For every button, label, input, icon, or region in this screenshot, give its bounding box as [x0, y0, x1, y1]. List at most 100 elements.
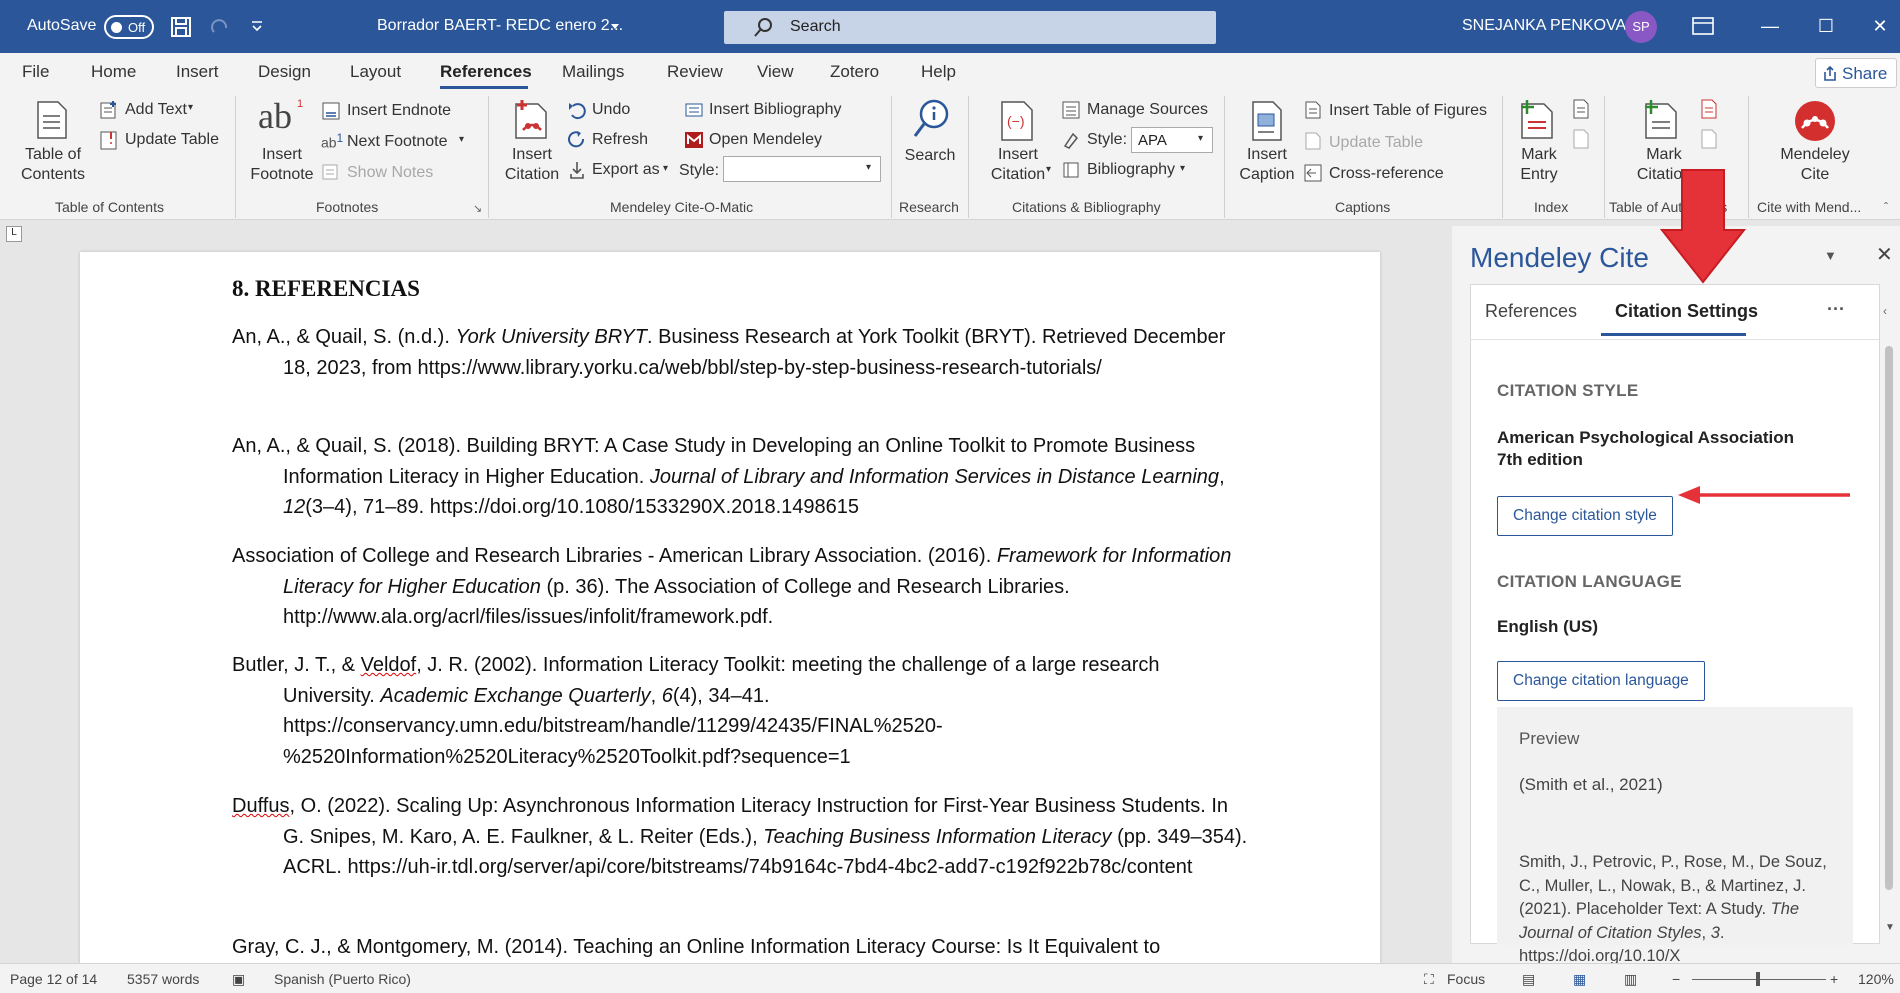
insert-footnote-icon: ab: [258, 96, 292, 136]
pane-scrollbar[interactable]: [1885, 346, 1893, 890]
redo-icon[interactable]: [208, 16, 230, 38]
update-table-figures-button[interactable]: Update Table: [1329, 134, 1423, 152]
tab-references[interactable]: References: [440, 62, 532, 82]
mendeley-cite-button[interactable]: Mendeley Cite: [1774, 145, 1856, 185]
reference-text-segment: Gray, C. J., & Montgomery, M. (2014). Te…: [232, 936, 1161, 958]
change-citation-language-button[interactable]: Change citation language: [1497, 661, 1705, 701]
group-separator: [1502, 96, 1503, 218]
word-count[interactable]: 5357 words: [127, 971, 199, 987]
reference-text-segment: ,: [650, 684, 662, 707]
tab-review[interactable]: Review: [667, 62, 723, 82]
title-dropdown-icon[interactable]: [610, 23, 620, 31]
mendeley-style-dropdown-icon[interactable]: ▾: [866, 162, 871, 173]
tab-file[interactable]: File: [22, 62, 49, 82]
search-box[interactable]: Search: [724, 11, 1216, 44]
insert-footnote-button[interactable]: Insert Footnote: [243, 145, 321, 185]
insert-citation-dropdown-icon[interactable]: ▾: [1046, 164, 1051, 175]
insert-table-of-figures-button[interactable]: Insert Table of Figures: [1329, 102, 1487, 120]
add-text-button[interactable]: Add Text: [125, 101, 187, 119]
web-layout-icon[interactable]: ▥: [1624, 971, 1637, 988]
reference-entry: Butler, J. T., & Veldof, J. R. (2002). I…: [232, 650, 1252, 772]
open-mendeley-button[interactable]: Open Mendeley: [709, 131, 822, 149]
reference-entry: An, A., & Quail, S. (n.d.). York Univers…: [232, 322, 1252, 383]
tab-zotero[interactable]: Zotero: [830, 62, 879, 82]
collapse-ribbon-icon[interactable]: ˆ: [1884, 200, 1888, 214]
table-of-contents-button[interactable]: Table of Contents: [18, 145, 88, 185]
pane-collapse-icon[interactable]: ‹: [1883, 304, 1887, 318]
update-table-of-authorities-icon: [1701, 129, 1717, 149]
citation-style-dropdown-icon[interactable]: ▾: [1198, 133, 1203, 144]
pane-title: Mendeley Cite: [1470, 242, 1649, 273]
reference-text-segment: Association of College and Research Libr…: [232, 545, 997, 567]
proofing-icon[interactable]: ▣: [232, 971, 245, 988]
style-icon: [1063, 132, 1079, 149]
refresh-icon: [568, 131, 585, 148]
share-button[interactable]: Share: [1815, 58, 1897, 88]
close-icon[interactable]: ✕: [1866, 12, 1894, 40]
tab-help[interactable]: Help: [921, 62, 956, 82]
tab-view[interactable]: View: [757, 62, 794, 82]
page-count[interactable]: Page 12 of 14: [10, 971, 97, 987]
focus-mode[interactable]: Focus: [1447, 971, 1485, 987]
bibliography-button[interactable]: Bibliography: [1087, 161, 1175, 179]
export-as-button[interactable]: Export as: [592, 161, 660, 179]
research-search-button[interactable]: Search: [898, 146, 962, 166]
export-as-dropdown-icon[interactable]: ▾: [663, 163, 668, 174]
zoom-slider-thumb[interactable]: [1756, 972, 1760, 986]
next-footnote-button[interactable]: Next Footnote: [347, 133, 448, 151]
ribbon-display-options-icon[interactable]: [1692, 17, 1714, 35]
tab-citation-settings[interactable]: Citation Settings: [1615, 301, 1758, 322]
read-mode-icon[interactable]: ▤: [1522, 971, 1535, 988]
mark-entry-button[interactable]: Mark Entry: [1514, 145, 1564, 185]
tab-insert[interactable]: Insert: [176, 62, 219, 82]
undo-button[interactable]: Undo: [592, 101, 630, 119]
mendeley-style-select[interactable]: [723, 156, 881, 182]
zoom-out-icon[interactable]: −: [1672, 971, 1680, 987]
tab-design[interactable]: Design: [258, 62, 311, 82]
update-table-figures-icon: [1305, 132, 1321, 150]
insert-citation-icon: (−): [1001, 101, 1033, 141]
manage-sources-button[interactable]: Manage Sources: [1087, 101, 1208, 119]
citation-preview: Preview (Smith et al., 2021) Smith, J., …: [1497, 707, 1853, 965]
reference-text-segment: Duffus: [232, 795, 290, 817]
insert-endnote-button[interactable]: Insert Endnote: [347, 102, 451, 120]
citation-language-header: CITATION LANGUAGE: [1497, 572, 1682, 591]
tab-references-pane[interactable]: References: [1485, 301, 1577, 322]
autosave-toggle[interactable]: Off: [104, 15, 154, 39]
save-icon[interactable]: [170, 16, 192, 38]
refresh-button[interactable]: Refresh: [592, 131, 648, 149]
scroll-down-icon[interactable]: ▼: [1885, 922, 1895, 933]
focus-icon[interactable]: ⛶: [1424, 971, 1434, 988]
cross-reference-button[interactable]: Cross-reference: [1329, 165, 1444, 183]
bibliography-dropdown-icon[interactable]: ▾: [1180, 163, 1185, 174]
pane-close-icon[interactable]: ✕: [1876, 242, 1893, 267]
reference-text-segment: (3–4), 71–89. https://doi.org/10.1080/15…: [305, 496, 860, 519]
avatar[interactable]: SP: [1625, 11, 1657, 43]
zoom-level[interactable]: 120%: [1858, 971, 1894, 987]
maximize-icon[interactable]: ☐: [1812, 12, 1840, 40]
insert-endnote-icon: [322, 102, 340, 120]
minimize-icon[interactable]: —: [1756, 12, 1784, 40]
document-page[interactable]: 8. REFERENCIAS An, A., & Quail, S. (n.d.…: [80, 252, 1380, 964]
footnotes-dialog-launcher-icon[interactable]: ↘: [473, 202, 482, 215]
insert-caption-button[interactable]: Insert Caption: [1234, 145, 1300, 185]
pane-options-icon[interactable]: ▼: [1824, 248, 1837, 263]
insert-bibliography-button[interactable]: Insert Bibliography: [709, 101, 842, 119]
tab-home[interactable]: Home: [91, 62, 136, 82]
next-footnote-dropdown-icon[interactable]: ▾: [459, 134, 464, 145]
add-text-dropdown-icon[interactable]: ▾: [188, 102, 193, 113]
show-notes-button[interactable]: Show Notes: [347, 164, 433, 182]
customize-toolbar-icon[interactable]: [250, 19, 264, 33]
insert-citation-mendeley-button[interactable]: Insert Citation: [499, 145, 565, 185]
more-options-icon[interactable]: ···: [1827, 299, 1845, 320]
document-language[interactable]: Spanish (Puerto Rico): [274, 971, 411, 987]
zoom-in-icon[interactable]: +: [1830, 971, 1838, 987]
tab-selector-icon[interactable]: L: [6, 226, 22, 242]
tab-layout[interactable]: Layout: [350, 62, 401, 82]
document-title[interactable]: Borrador BAERT- REDC enero 2...: [377, 17, 623, 35]
print-layout-icon[interactable]: ▦: [1573, 971, 1586, 988]
tab-mailings[interactable]: Mailings: [562, 62, 624, 82]
change-citation-style-button[interactable]: Change citation style: [1497, 496, 1673, 536]
group-separator: [968, 96, 969, 218]
update-table-button[interactable]: Update Table: [125, 131, 219, 149]
